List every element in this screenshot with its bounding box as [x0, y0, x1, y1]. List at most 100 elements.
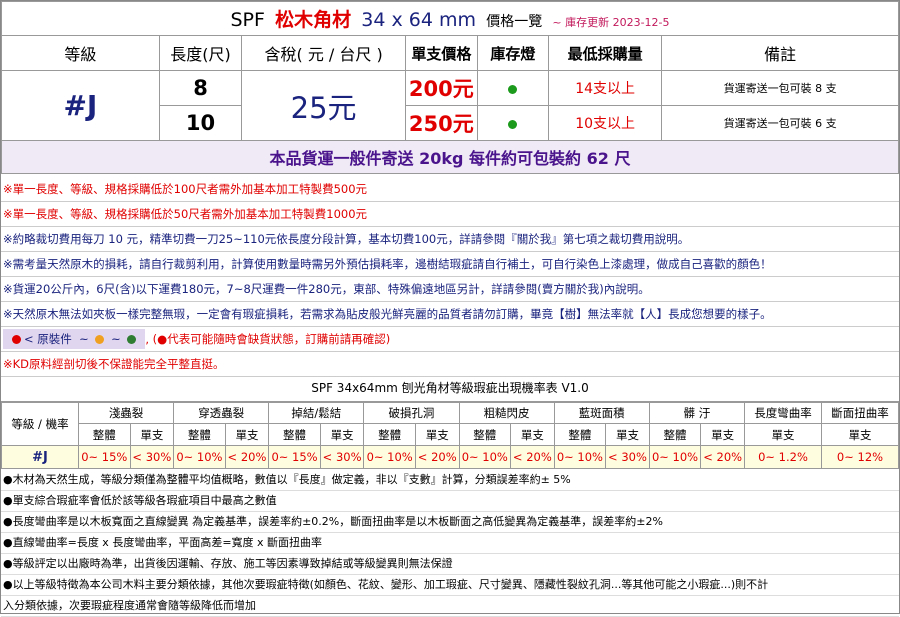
defect-category: 藍斑面積 [553, 402, 650, 424]
defect-value: 0~ 15% [268, 445, 321, 469]
defect-value: < 20% [510, 445, 555, 469]
price-per-unit: 25元 [241, 70, 406, 141]
defect-value: 0~ 10% [363, 445, 416, 469]
defect-value: 0~ 1.2% [744, 445, 822, 469]
status-chip: < 原裝件 ~ ~ [3, 329, 146, 349]
defect-value: 0~ 15% [78, 445, 131, 469]
footer-notes: ●木材為天然生成，等級分類僅為整體平均值概略，數值以『長度』做定義，非以『支數』… [1, 470, 899, 617]
min-purchase-cell: 10支以上 [548, 105, 663, 141]
defect-value: < 30% [129, 445, 175, 469]
sub-single: 單支 [414, 423, 460, 446]
price-table: SPF 松木角材 34 x 64 mm 價格一覽 ~ 庫存更新 2023-12-… [1, 1, 899, 174]
sub-single: 單支 [129, 423, 175, 446]
sub-single: 單支 [700, 423, 745, 446]
length-cell: 8 [158, 70, 243, 106]
sub-whole: 整體 [648, 423, 702, 446]
sub-single: 單支 [744, 423, 822, 446]
sub-single: 單支 [319, 423, 365, 446]
footer-line: ●木材為天然生成，等級分類僅為整體平均值概略，數值以『長度』做定義，非以『支數』… [1, 470, 899, 491]
header-grade: 等級 [1, 35, 160, 71]
sub-whole: 整體 [78, 423, 131, 446]
shipping-note: 本品貨運一般件寄送 20kg 每件約可包裝約 62 尺 [1, 140, 899, 174]
status-separator: ~ [111, 332, 121, 346]
stock-light-cell [476, 105, 550, 141]
footer-line: ●以上等級特徵為本公司木料主要分類依據，其他次要瑕疵特徵(如顏色、花紋、變形、加… [1, 575, 899, 596]
sub-single: 單支 [605, 423, 650, 446]
defect-value: < 20% [700, 445, 745, 469]
note-line: ※約略裁切費用每刀 10 元，精準切費一刀25~110元依長度分段計算，基本切費… [1, 227, 899, 252]
header-tax-price: 含稅( 元 / 台尺 ) [241, 35, 406, 71]
status-green-dot-icon [127, 335, 137, 344]
header-min-purchase: 最低採購量 [548, 35, 663, 71]
footer-line: ●等級評定以出廠時為準，出貨後因運輸、存放、施工等因素導致掉結或等級變異則無法保… [1, 554, 899, 575]
defect-value: 0~ 10% [648, 445, 702, 469]
sub-whole: 整體 [458, 423, 512, 446]
footer-line: ●長度彎曲率是以木板寬面之直線變異 為定義基準，誤差率約±0.2%，斷面扭曲率是… [1, 512, 899, 533]
grade-cell: #J [1, 70, 160, 141]
sub-whole: 整體 [173, 423, 226, 446]
defect-value: < 20% [224, 445, 270, 469]
kd-note: ※KD原料經剖切後不保證能完全平整直挺。 [1, 352, 899, 377]
status-note: (●代表可能隨時會缺貨狀態，訂購前請再確認) [152, 332, 391, 346]
title-product-name: 松木角材 [275, 9, 352, 31]
footer-line: ●單支綜合瑕疵率會低於該等級各瑕疵項目中最高之數值 [1, 491, 899, 512]
unit-price-cell: 200元 [404, 70, 478, 106]
defect-category: 粗糙閃皮 [458, 402, 555, 424]
defect-category: 長度彎曲率 [744, 402, 822, 424]
status-label: < 原裝件 [24, 332, 72, 346]
note-line: ※單一長度、等級、規格採購低於100尺者需外加基本加工特製費500元 [1, 177, 899, 202]
stock-dot-icon [508, 84, 518, 94]
sub-single: 單支 [821, 423, 899, 446]
defect-grade-cell: #J [1, 445, 79, 469]
title-dimension: 34 x 64 mm [361, 9, 477, 31]
note-line: ※貨運20公斤內，6尺(含)以下運費180元，7~8尺運費一件280元，東部、特… [1, 277, 899, 302]
header-unit-price: 單支價格 [404, 35, 478, 71]
stock-light-cell [476, 70, 550, 106]
sub-whole: 整體 [363, 423, 416, 446]
header-length: 長度(尺) [158, 35, 243, 71]
status-orange-dot-icon [95, 335, 105, 344]
header-remarks: 備註 [661, 35, 899, 71]
defect-value: 0~ 10% [458, 445, 512, 469]
defect-category: 穿透蟲裂 [173, 402, 270, 424]
defect-category: 髒 汙 [648, 402, 746, 424]
title-label: 價格一覽 [486, 14, 543, 30]
stock-dot-icon [508, 119, 518, 129]
sub-single: 單支 [510, 423, 555, 446]
remark-cell: 貨運寄送一包可裝 8 支 [661, 70, 899, 106]
defect-value: 0~ 10% [173, 445, 226, 469]
notes-section: ※單一長度、等級、規格採購低於100尺者需外加基本加工特製費500元 ※單一長度… [1, 177, 899, 377]
title-spf: SPF [230, 9, 265, 31]
length-cell: 10 [158, 105, 243, 141]
note-line: ※單一長度、等級、規格採購低於50尺者需外加基本加工特製費1000元 [1, 202, 899, 227]
note-line: ※天然原木無法如夾板一樣完整無瑕，一定會有瑕疵損耗，若需求為貼皮般光鮮亮麗的品質… [1, 302, 899, 327]
defect-value: < 30% [605, 445, 650, 469]
defect-category: 斷面扭曲率 [821, 402, 899, 424]
defect-value: 0~ 10% [553, 445, 607, 469]
defect-table: 等級 / 機率 淺蟲裂 穿透蟲裂 掉結/鬆結 破損孔洞 粗糙閃皮 藍斑面積 髒 … [1, 402, 899, 469]
remark-cell: 貨運寄送一包可裝 6 支 [661, 105, 899, 141]
table-title: SPF 松木角材 34 x 64 mm 價格一覽 ~ 庫存更新 2023-12-… [1, 1, 899, 36]
defect-value: < 30% [319, 445, 365, 469]
header-stock-light: 庫存燈 [476, 35, 550, 71]
defect-category: 破損孔洞 [363, 402, 460, 424]
defect-grade-header: 等級 / 機率 [1, 402, 79, 446]
defect-value: 0~ 12% [821, 445, 899, 469]
unit-price-cell: 250元 [404, 105, 478, 141]
status-separator: ~ [79, 332, 89, 346]
defect-section: SPF 34x64mm 刨光角材等級瑕疵出現機率表 V1.0 等級 / 機率 淺… [1, 375, 899, 469]
sub-single: 單支 [224, 423, 270, 446]
defect-category: 淺蟲裂 [77, 402, 175, 424]
min-purchase-cell: 14支以上 [548, 70, 663, 106]
page: SPF 松木角材 34 x 64 mm 價格一覽 ~ 庫存更新 2023-12-… [0, 0, 900, 617]
defect-table-title: SPF 34x64mm 刨光角材等級瑕疵出現機率表 V1.0 [1, 375, 899, 402]
sub-whole: 整體 [268, 423, 321, 446]
note-line: ※需考量天然原木的損耗，請自行裁剪利用，計算使用數量時需另外預估損耗率，邊樹結瑕… [1, 252, 899, 277]
footer-line: ●直線彎曲率=長度 x 長度彎曲率，平面高差=寬度 x 斷面扭曲率 [1, 533, 899, 554]
stock-status-legend: < 原裝件 ~ ~ , (●代表可能隨時會缺貨狀態，訂購前請再確認) [1, 327, 899, 352]
sub-whole: 整體 [553, 423, 607, 446]
defect-value: < 20% [414, 445, 460, 469]
stock-update-date: ~ 庫存更新 2023-12-5 [552, 16, 670, 29]
status-red-dot-icon [12, 335, 21, 344]
defect-category: 掉結/鬆結 [268, 402, 365, 424]
